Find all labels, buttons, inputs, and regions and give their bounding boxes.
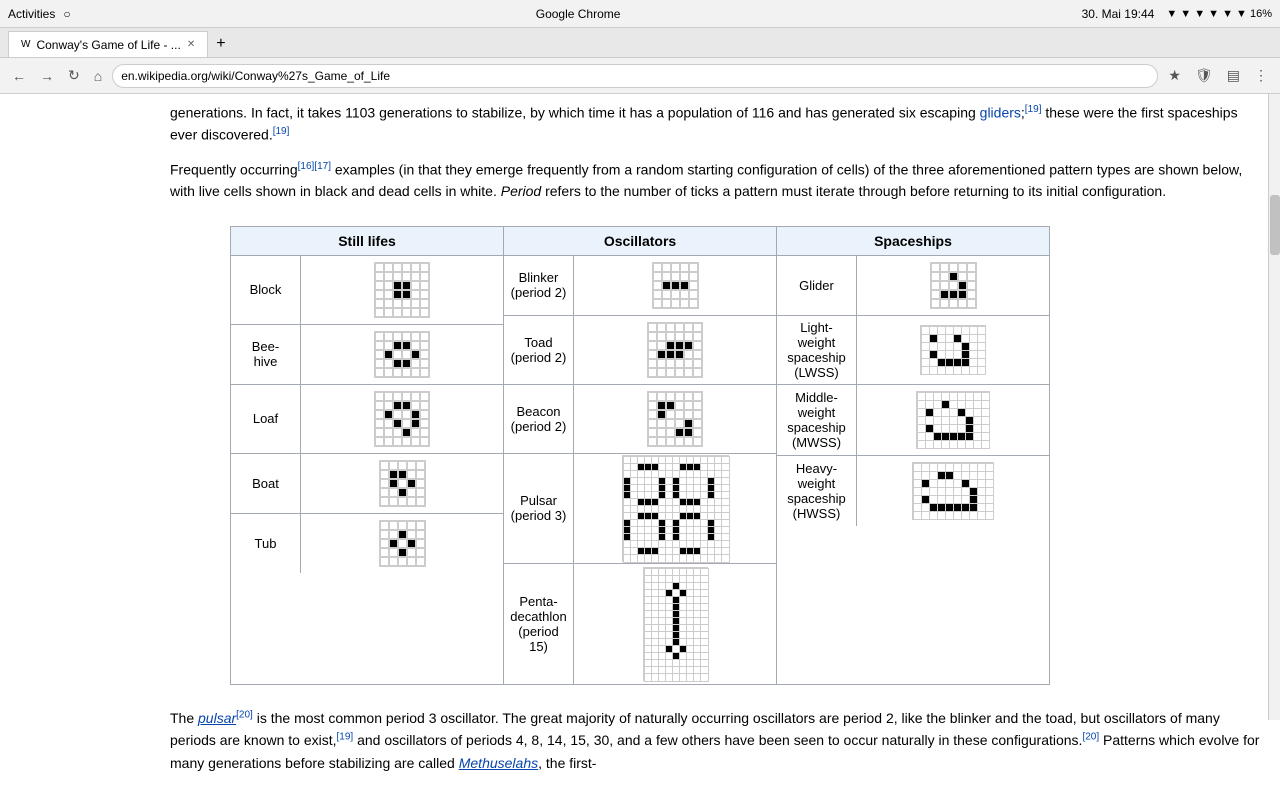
toad-label: Toad(period 2) xyxy=(504,316,574,384)
block-grid xyxy=(301,256,503,324)
loaf-grid xyxy=(301,385,503,453)
beacon-grid xyxy=(574,385,776,453)
tab-favicon: W xyxy=(21,39,30,50)
address-bar[interactable]: en.wikipedia.org/wiki/Conway%27s_Game_of… xyxy=(112,64,1158,88)
lwss-row: Light-weightspaceship(LWSS) xyxy=(777,316,1049,385)
spaceships-section: Spaceships Glider xyxy=(777,227,1049,684)
patterns-table: Still lifes Block xyxy=(230,226,1050,685)
blinker-row: Blinker(period 2) xyxy=(504,256,776,316)
pentadecathlon-label: Penta-decathlon(period 15) xyxy=(504,564,574,684)
browser-titlebar: Activities ○ Google Chrome 30. Mai 19:44… xyxy=(0,0,1280,28)
system-icons: ▼ ▼ ▼ ▼ ▼ ▼ 16% xyxy=(1166,8,1272,20)
glider-row: Glider xyxy=(777,256,1049,316)
mwss-row: Middle-weightspaceship(MWSS) xyxy=(777,385,1049,456)
page-content: generations. In fact, it takes 1103 gene… xyxy=(0,94,1280,794)
glider-grid xyxy=(857,256,1049,315)
pulsar-grid xyxy=(574,454,776,563)
scrollbar-thumb[interactable] xyxy=(1270,195,1280,255)
beacon-row: Beacon(period 2) xyxy=(504,385,776,454)
toad-grid xyxy=(574,316,776,384)
tab-title: Conway's Game of Life - ... xyxy=(36,38,180,52)
home-button[interactable]: ⌂ xyxy=(90,66,106,86)
beehive-label: Bee-hive xyxy=(231,325,301,384)
browser-logo-icon: ○ xyxy=(63,7,70,21)
block-row: Block xyxy=(231,256,503,325)
hwss-label: Heavy-weightspaceship(HWSS) xyxy=(777,456,857,526)
navigation-bar: ← → ↻ ⌂ en.wikipedia.org/wiki/Conway%27s… xyxy=(0,58,1280,94)
mwss-label: Middle-weightspaceship(MWSS) xyxy=(777,385,857,455)
toad-pattern xyxy=(647,322,703,378)
tub-label: Tub xyxy=(231,514,301,573)
tab-bar: W Conway's Game of Life - ... ✕ + xyxy=(0,28,1280,58)
oscillators-header: Oscillators xyxy=(504,227,776,256)
browser-name: Google Chrome xyxy=(75,7,1082,21)
reload-button[interactable]: ↻ xyxy=(64,65,84,86)
block-label: Block xyxy=(231,256,301,324)
boat-row: Boat xyxy=(231,454,503,514)
back-button[interactable]: ← xyxy=(8,66,30,86)
mwss-pattern xyxy=(916,391,990,449)
article-paragraph-1: generations. In fact, it takes 1103 gene… xyxy=(0,94,1280,157)
boat-pattern xyxy=(379,460,426,507)
bottom-paragraph: The pulsar[20] is the most common period… xyxy=(0,697,1280,774)
beacon-label: Beacon(period 2) xyxy=(504,385,574,453)
block-pattern xyxy=(374,262,430,318)
pulsar-pattern xyxy=(622,455,729,562)
boat-grid xyxy=(301,454,503,513)
extensions-icon[interactable]: ▤ xyxy=(1223,65,1244,86)
hwss-grid xyxy=(857,456,1049,526)
patterns-table-wrapper: Still lifes Block xyxy=(0,226,1280,685)
pentadecathlon-grid xyxy=(574,564,776,684)
blinker-label: Blinker(period 2) xyxy=(504,256,574,315)
beehive-pattern xyxy=(374,331,430,378)
activities-label[interactable]: Activities xyxy=(8,7,55,21)
loaf-pattern xyxy=(374,391,430,447)
tub-row: Tub xyxy=(231,514,503,573)
scrollbar[interactable] xyxy=(1268,94,1280,720)
article-paragraph-2: Frequently occurring[16][17] examples (i… xyxy=(0,157,1280,214)
pentadecathlon-row: Penta-decathlon(period 15) xyxy=(504,564,776,684)
beacon-pattern xyxy=(647,391,703,447)
loaf-row: Loaf xyxy=(231,385,503,454)
beehive-row: Bee-hive xyxy=(231,325,503,385)
forward-button[interactable]: → xyxy=(36,66,58,86)
mwss-grid xyxy=(857,385,1049,455)
still-lifes-section: Still lifes Block xyxy=(231,227,504,684)
lwss-label: Light-weightspaceship(LWSS) xyxy=(777,316,857,384)
glider-label: Glider xyxy=(777,256,857,315)
pulsar-label: Pulsar(period 3) xyxy=(504,454,574,563)
blinker-pattern xyxy=(652,262,699,309)
still-lifes-header: Still lifes xyxy=(231,227,503,256)
beehive-grid xyxy=(301,325,503,384)
bookmark-button[interactable]: ★ xyxy=(1164,65,1185,86)
tub-grid xyxy=(301,514,503,573)
datetime: 30. Mai 19:44 xyxy=(1082,7,1155,21)
lwss-pattern xyxy=(920,325,986,375)
spaceships-header: Spaceships xyxy=(777,227,1049,256)
shield-icon: 🛡 xyxy=(1191,65,1217,86)
boat-label: Boat xyxy=(231,454,301,513)
menu-icon[interactable]: ⋮ xyxy=(1250,65,1272,86)
loaf-label: Loaf xyxy=(231,385,301,453)
lwss-grid xyxy=(857,316,1049,384)
active-tab[interactable]: W Conway's Game of Life - ... ✕ xyxy=(8,31,208,57)
hwss-row: Heavy-weightspaceship(HWSS) xyxy=(777,456,1049,526)
tab-close-button[interactable]: ✕ xyxy=(187,39,195,50)
url-text: en.wikipedia.org/wiki/Conway%27s_Game_of… xyxy=(121,69,390,83)
blinker-grid xyxy=(574,256,776,315)
tub-pattern xyxy=(379,520,426,567)
pentadecathlon-pattern xyxy=(643,567,708,681)
hwss-pattern xyxy=(912,462,994,520)
pulsar-row: Pulsar(period 3) xyxy=(504,454,776,564)
glider-pattern xyxy=(930,262,977,309)
toad-row: Toad(period 2) xyxy=(504,316,776,385)
new-tab-button[interactable]: + xyxy=(208,31,233,57)
oscillators-section: Oscillators Blinker(period 2) xyxy=(504,227,777,684)
